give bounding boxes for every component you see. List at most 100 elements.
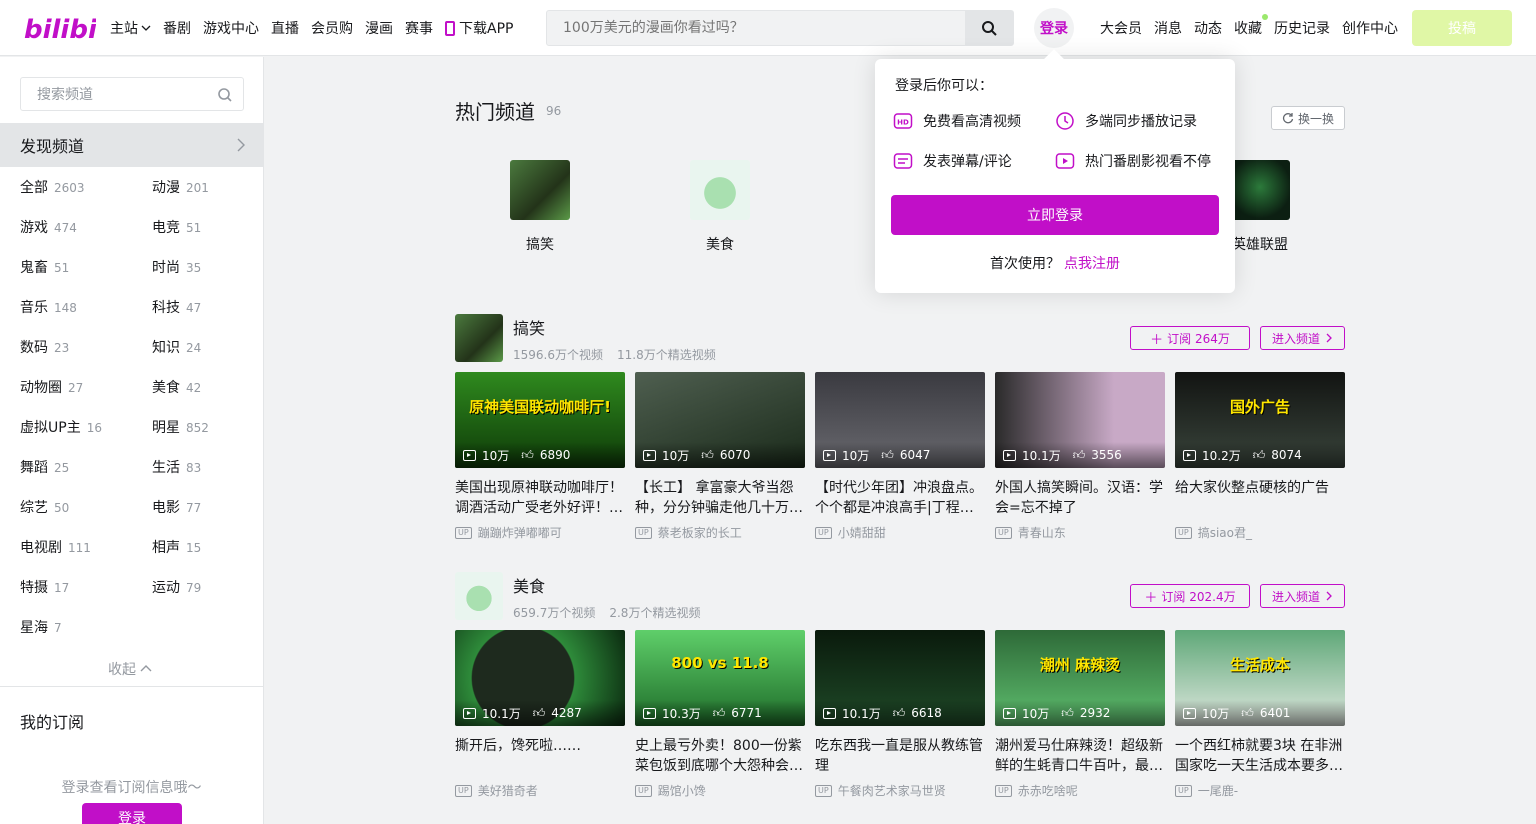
nav-live[interactable]: 直播 xyxy=(271,18,299,38)
video-title[interactable]: 撕开后，馋死啦…… xyxy=(455,736,625,776)
video-title[interactable]: 【长工】 拿富豪大爷当怨种，分分钟骗走他几十万… xyxy=(635,478,805,518)
nav-dynamics[interactable]: 动态 xyxy=(1194,18,1222,38)
video-uploader[interactable]: UP 赤赤吃啥呢 xyxy=(995,782,1165,799)
video-thumbnail[interactable]: 10万 👍︎ 6070 xyxy=(635,372,805,468)
video-card[interactable]: 10万 👍︎ 6070 【长工】 拿富豪大爷当怨种，分分钟骗走他几十万… UP 蔡… xyxy=(635,372,805,541)
video-uploader[interactable]: UP 踢馆小馋 xyxy=(635,782,805,799)
video-uploader[interactable]: UP 一尾鹿- xyxy=(1175,782,1345,799)
category-item[interactable]: 动漫 201 xyxy=(152,177,209,197)
bilibili-logo[interactable]: bilibili xyxy=(24,12,96,44)
category-item[interactable]: 科技 47 xyxy=(152,297,201,317)
video-card[interactable]: 10万 👍︎ 6047 【时代少年团】冲浪盘点。个个都是冲浪高手|丁程… UP 小… xyxy=(815,372,985,541)
nav-esports[interactable]: 赛事 xyxy=(405,18,433,38)
feature-hd-video: HD 免费看高清视频 xyxy=(893,111,1021,131)
video-thumbnail[interactable]: 800 vs 11.8 10.3万 👍︎ 6771 xyxy=(635,630,805,726)
nav-game-center[interactable]: 游戏中心 xyxy=(203,18,259,38)
video-card[interactable]: 10.1万 👍︎ 4287 撕开后，馋死啦…… UP 美好猎奇者 xyxy=(455,630,625,799)
enter-channel-button[interactable]: 进入频道 xyxy=(1260,326,1345,350)
video-uploader[interactable]: UP 搞siao君_ xyxy=(1175,524,1345,541)
video-card[interactable]: 10.1万 👍︎ 3556 外国人搞笑瞬间。汉语：学会=忘不掉了 UP 青春山东 xyxy=(995,372,1165,541)
collapse-button[interactable]: 收起 xyxy=(108,659,152,679)
category-item[interactable]: 游戏 474 xyxy=(20,217,77,237)
video-title[interactable]: 给大家伙整点硬核的广告 xyxy=(1175,478,1345,518)
video-uploader[interactable]: UP 美好猎奇者 xyxy=(455,782,625,799)
channel-name[interactable]: 美食 xyxy=(513,573,545,597)
video-uploader[interactable]: UP 青春山东 xyxy=(995,524,1165,541)
nav-history[interactable]: 历史记录 xyxy=(1274,18,1330,38)
category-item[interactable]: 相声 15 xyxy=(152,537,201,557)
channel-avatar[interactable] xyxy=(455,314,503,362)
category-item[interactable]: 电影 77 xyxy=(152,497,201,517)
popover-login-button[interactable]: 立即登录 xyxy=(891,195,1219,235)
video-card[interactable]: 国外广告 10.2万 👍︎ 8074 给大家伙整点硬核的广告 UP 搞siao君_ xyxy=(1175,372,1345,541)
category-item[interactable]: 舞蹈 25 xyxy=(20,457,69,477)
refresh-button[interactable]: 换一换 xyxy=(1271,106,1345,130)
nav-creator-center[interactable]: 创作中心 xyxy=(1342,18,1398,38)
category-item[interactable]: 电竞 51 xyxy=(152,217,201,237)
category-item[interactable]: 全部 2603 xyxy=(20,177,85,197)
category-item[interactable]: 美食 42 xyxy=(152,377,201,397)
register-link[interactable]: 点我注册 xyxy=(1064,256,1120,272)
video-thumbnail[interactable]: 10.1万 👍︎ 4287 xyxy=(455,630,625,726)
nav-main-site[interactable]: 主站 xyxy=(110,18,151,38)
nav-download-app[interactable]: 下载APP xyxy=(445,18,513,38)
category-item[interactable]: 音乐 148 xyxy=(20,297,77,317)
video-uploader[interactable]: UP 蔡老板家的长工 xyxy=(635,524,805,541)
video-thumbnail[interactable]: 国外广告 10.2万 👍︎ 8074 xyxy=(1175,372,1345,468)
video-title[interactable]: 美国出现原神联动咖啡厅！调酒活动广受老外好评！… xyxy=(455,478,625,518)
category-item[interactable]: 明星 852 xyxy=(152,417,209,437)
video-title[interactable]: 吃东西我一直是服从教练管理 xyxy=(815,736,985,776)
video-card[interactable]: 潮州 麻辣烫 10万 👍︎ 2932 潮州爱马仕麻辣烫！超级新鲜的生蚝青口牛百叶… xyxy=(995,630,1165,799)
search-button[interactable] xyxy=(965,11,1013,45)
video-card[interactable]: 生活成本 10万 👍︎ 6401 一个西红柿就要3块 在非洲国家吃一天生活成本要… xyxy=(1175,630,1345,799)
video-thumbnail[interactable]: 10.1万 👍︎ 3556 xyxy=(995,372,1165,468)
nav-bangumi[interactable]: 番剧 xyxy=(163,18,191,38)
discover-channels[interactable]: 发现频道 xyxy=(0,123,263,167)
category-item[interactable]: 虚拟UP主 16 xyxy=(20,417,102,437)
category-item[interactable]: 生活 83 xyxy=(152,457,201,477)
video-thumbnail[interactable]: 10.1万 👍︎ 6618 xyxy=(815,630,985,726)
video-card[interactable]: 800 vs 11.8 10.3万 👍︎ 6771 史上最亏外卖！800一份紫菜… xyxy=(635,630,805,799)
category-item[interactable]: 电视剧 111 xyxy=(20,537,91,557)
category-item[interactable]: 运动 79 xyxy=(152,577,201,597)
channel-search-input[interactable]: 搜索频道 xyxy=(20,77,244,111)
channel-name[interactable]: 搞笑 xyxy=(513,315,545,339)
video-thumbnail[interactable]: 原神美国联动咖啡厅! 10万 👍︎ 6890 xyxy=(455,372,625,468)
video-title[interactable]: 【时代少年团】冲浪盘点。个个都是冲浪高手|丁程… xyxy=(815,478,985,518)
nav-vip[interactable]: 大会员 xyxy=(1100,18,1142,38)
channel-avatar[interactable] xyxy=(455,572,503,620)
search-input[interactable] xyxy=(547,11,965,45)
category-item[interactable]: 星海 7 xyxy=(20,617,62,637)
subscribe-button[interactable]: ＋订阅 202.4万 xyxy=(1130,584,1250,608)
category-item[interactable]: 数码 23 xyxy=(20,337,69,357)
video-thumbnail[interactable]: 生活成本 10万 👍︎ 6401 xyxy=(1175,630,1345,726)
video-card[interactable]: 10.1万 👍︎ 6618 吃东西我一直是服从教练管理 UP 午餐肉艺术家马世贤 xyxy=(815,630,985,799)
subscribe-button[interactable]: ＋订阅 264万 xyxy=(1130,326,1250,350)
category-item[interactable]: 综艺 50 xyxy=(20,497,69,517)
category-item[interactable]: 特摄 17 xyxy=(20,577,69,597)
video-title[interactable]: 外国人搞笑瞬间。汉语：学会=忘不掉了 xyxy=(995,478,1165,518)
category-item[interactable]: 时尚 35 xyxy=(152,257,201,277)
video-title[interactable]: 潮州爱马仕麻辣烫！超级新鲜的生蚝青口牛百叶，最… xyxy=(995,736,1165,776)
nav-favorites[interactable]: 收藏 xyxy=(1234,14,1268,38)
video-thumbnail[interactable]: 潮州 麻辣烫 10万 👍︎ 2932 xyxy=(995,630,1165,726)
hot-channel-food[interactable]: 美食 xyxy=(680,160,760,254)
sidebar-login-button[interactable]: 登录 xyxy=(82,803,182,824)
video-card[interactable]: 原神美国联动咖啡厅! 10万 👍︎ 6890 美国出现原神联动咖啡厅！调酒活动广… xyxy=(455,372,625,541)
upload-button[interactable]: 投稿 xyxy=(1412,10,1512,46)
video-uploader[interactable]: UP 午餐肉艺术家马世贤 xyxy=(815,782,985,799)
video-title[interactable]: 史上最亏外卖！800一份紫菜包饭到底哪个大怨种会… xyxy=(635,736,805,776)
category-item[interactable]: 鬼畜 51 xyxy=(20,257,69,277)
nav-messages[interactable]: 消息 xyxy=(1154,18,1182,38)
category-item[interactable]: 知识 24 xyxy=(152,337,201,357)
video-uploader[interactable]: UP 小婧甜甜 xyxy=(815,524,985,541)
video-thumbnail[interactable]: 10万 👍︎ 6047 xyxy=(815,372,985,468)
nav-manga[interactable]: 漫画 xyxy=(365,18,393,38)
category-item[interactable]: 动物圈 27 xyxy=(20,377,83,397)
hot-channel-funny[interactable]: 搞笑 xyxy=(500,160,580,254)
enter-channel-button[interactable]: 进入频道 xyxy=(1260,584,1345,608)
video-uploader[interactable]: UP 蹦蹦炸弹嘟嘟可 xyxy=(455,524,625,541)
nav-mall[interactable]: 会员购 xyxy=(311,18,353,38)
video-title[interactable]: 一个西红柿就要3块 在非洲国家吃一天生活成本要多… xyxy=(1175,736,1345,776)
login-avatar-button[interactable]: 登录 xyxy=(1034,8,1074,48)
